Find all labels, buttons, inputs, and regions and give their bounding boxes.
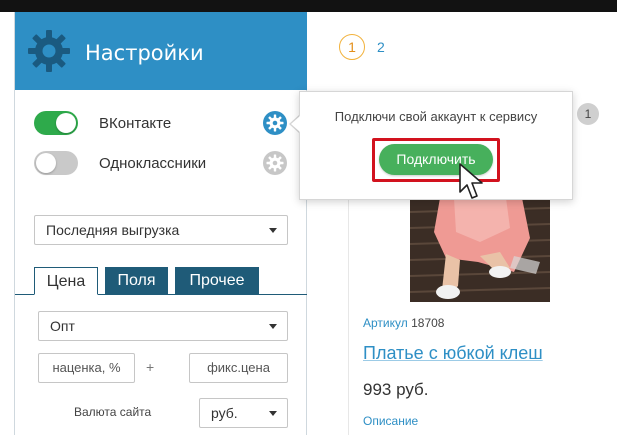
ok-settings-button[interactable] xyxy=(263,151,287,175)
chevron-down-icon xyxy=(269,411,277,416)
gear-icon xyxy=(28,30,70,72)
price-type-value: Опт xyxy=(50,318,75,334)
currency-label: Валюта сайта xyxy=(74,405,152,419)
chevron-down-icon xyxy=(269,228,277,233)
product-title-link[interactable]: Платье с юбкой клеш xyxy=(363,343,543,364)
toggle-knob xyxy=(56,113,76,133)
plus-sign: + xyxy=(146,359,155,375)
cursor-icon xyxy=(459,163,483,199)
page-1-button[interactable]: 1 xyxy=(339,34,365,60)
popover-message: Подключи свой аккаунт к сервису xyxy=(334,109,538,124)
popover-arrow-fill xyxy=(291,116,300,132)
product-photo[interactable] xyxy=(410,198,550,302)
tab-price[interactable]: Цена xyxy=(34,267,98,295)
product-article: Артикул 18708 xyxy=(363,316,444,330)
article-label: Артикул xyxy=(363,316,408,330)
ok-label: Одноклассники xyxy=(99,155,207,172)
currency-value: руб. xyxy=(211,405,238,421)
vk-toggle[interactable] xyxy=(34,111,78,135)
settings-panel: Настройки ВКонтакте Одноклассники Послед… xyxy=(14,12,307,435)
product-price: 993 руб. xyxy=(363,380,429,399)
export-select-value: Последняя выгрузка xyxy=(46,222,180,238)
vk-settings-button[interactable] xyxy=(263,111,287,135)
chevron-down-icon xyxy=(269,324,277,329)
markup-input[interactable]: наценка, % xyxy=(38,353,135,383)
tab-other[interactable]: Прочее xyxy=(175,267,259,295)
article-value: 18708 xyxy=(411,316,445,330)
vk-label: ВКонтакте xyxy=(99,115,172,132)
tab-fields[interactable]: Поля xyxy=(105,267,168,295)
image-count-badge: 1 xyxy=(577,103,599,125)
gear-icon xyxy=(266,154,284,172)
settings-header: Настройки xyxy=(15,12,307,90)
description-link[interactable]: Описание xyxy=(363,414,418,428)
gear-icon xyxy=(266,114,284,132)
ok-toggle[interactable] xyxy=(34,151,78,175)
fixed-price-input[interactable]: фикс.цена xyxy=(189,353,288,383)
toggle-knob xyxy=(36,153,56,173)
product-photo-image xyxy=(410,198,550,302)
page-2-link[interactable]: 2 xyxy=(377,39,385,55)
top-bar xyxy=(0,0,617,12)
export-select[interactable]: Последняя выгрузка xyxy=(34,215,288,245)
currency-select[interactable]: руб. xyxy=(199,398,288,428)
price-type-select[interactable]: Опт xyxy=(38,311,288,341)
settings-title: Настройки xyxy=(85,41,204,65)
